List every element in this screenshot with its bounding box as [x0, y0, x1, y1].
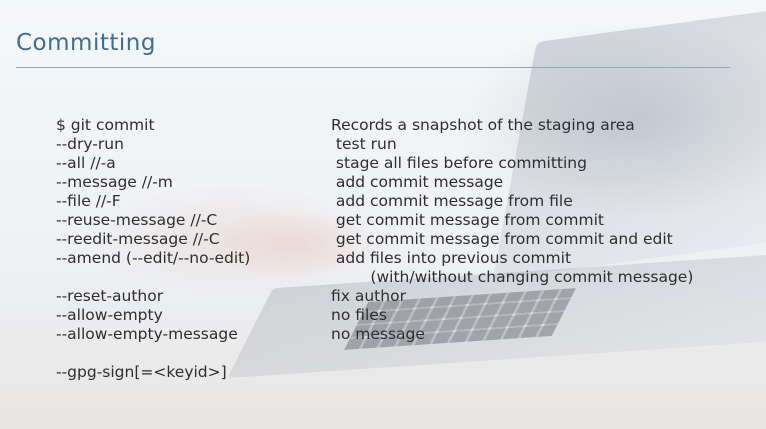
option-label: --amend (--edit/--no-edit): [56, 249, 251, 267]
option-label: --reset-author: [56, 287, 164, 305]
option-label: --message //-m: [56, 173, 173, 191]
title-divider: [16, 67, 730, 68]
option-label: --all //-a: [56, 154, 116, 172]
option-description: (with/without changing commit message): [331, 268, 694, 286]
option-label: --reedit-message //-C: [56, 230, 220, 248]
slide: Committing $ git commit --dry-run --all …: [0, 0, 766, 429]
option-description: add files into previous commit: [331, 249, 572, 267]
option-description: test run: [331, 135, 397, 153]
option-label: $ git commit: [56, 116, 155, 134]
option-description: Records a snapshot of the staging area: [331, 116, 635, 134]
option-label: --gpg-sign[=<keyid>]: [56, 363, 227, 381]
option-label: --file //-F: [56, 192, 121, 210]
option-description: get commit message from commit and edit: [331, 230, 673, 248]
option-label: --allow-empty: [56, 306, 163, 324]
option-description: add commit message: [331, 173, 504, 191]
option-label: --allow-empty-message: [56, 325, 238, 343]
option-description: add commit message from file: [331, 192, 573, 210]
option-label: [56, 344, 326, 363]
option-description: [331, 344, 756, 363]
option-label: --reuse-message //-C: [56, 211, 218, 229]
option-description: no files: [331, 306, 387, 324]
option-description: [331, 363, 756, 382]
option-description: no message: [331, 325, 425, 343]
option-description: fix author: [331, 287, 406, 305]
option-label: --dry-run: [56, 135, 124, 153]
option-description: get commit message from commit: [331, 211, 604, 229]
option-description: stage all files before committing: [331, 154, 587, 172]
slide-title: Committing: [16, 30, 156, 56]
description-column: Records a snapshot of the staging area t…: [331, 116, 756, 382]
option-label: [56, 268, 326, 287]
option-column: $ git commit --dry-run --all //-a --mess…: [56, 116, 326, 382]
